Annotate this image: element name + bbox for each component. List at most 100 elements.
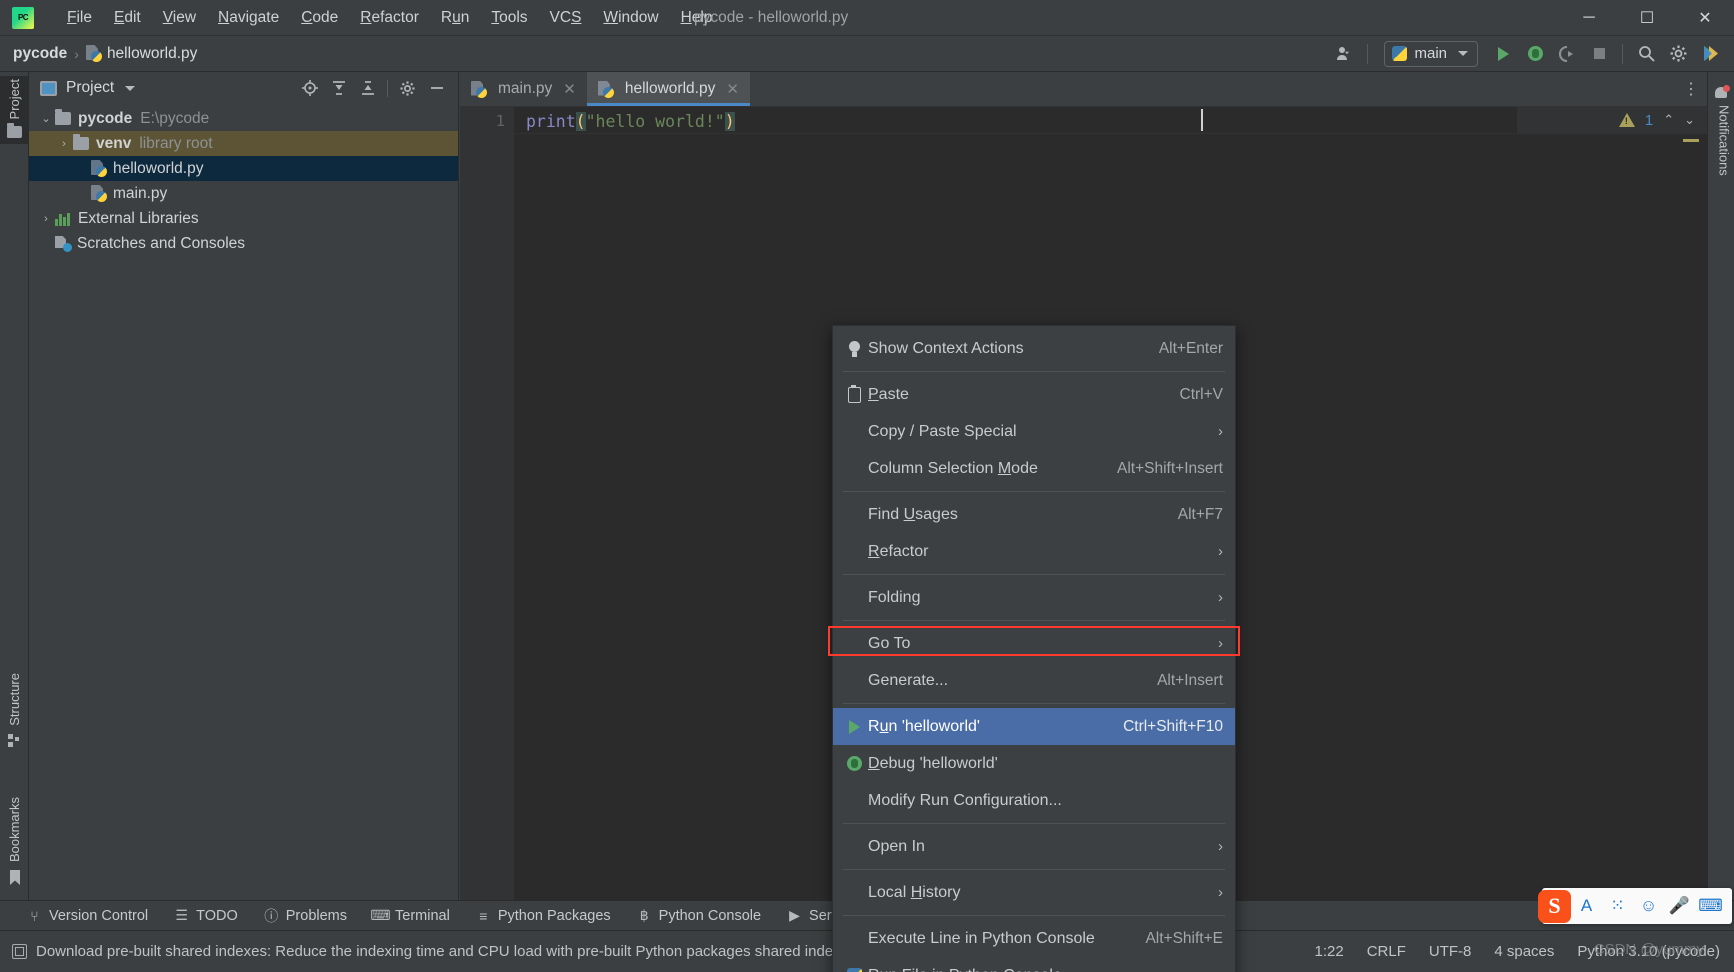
sidebar-item-notifications[interactable]: Notifications — [1708, 72, 1734, 176]
menu-item-find-usages[interactable]: Find Usages Alt+F7 — [833, 496, 1235, 533]
tree-node-scratches-and-consoles[interactable]: Scratches and Consoles — [29, 231, 458, 256]
sidebar-item-bookmarks[interactable]: Bookmarks — [0, 794, 29, 888]
menu-item-view[interactable]: View — [152, 5, 207, 31]
tool-window-problems[interactable]: ⓘ Problems — [251, 903, 360, 929]
title-bar: PC File Edit View Navigate Code Refactor Run To… — [0, 0, 1734, 36]
breadcrumb-separator: › — [74, 45, 79, 62]
editor-tab-helloworld-py[interactable]: helloworld.py ✕ — [586, 72, 750, 106]
ime-punctuation-icon[interactable]: ⁙ — [1602, 888, 1633, 924]
sogou-logo-icon[interactable]: S — [1538, 889, 1571, 923]
scrollbar-warning-marker — [1683, 139, 1699, 142]
gear-icon[interactable] — [1662, 39, 1694, 69]
editor-tab-main-py[interactable]: main.py ✕ — [460, 72, 587, 106]
tree-node-external-libraries[interactable]: › External Libraries — [29, 206, 458, 231]
menu-item-debug-helloworld[interactable]: Debug 'helloworld' — [833, 745, 1235, 782]
menu-item-code[interactable]: Code — [290, 5, 349, 31]
tree-node-helloworld-py[interactable]: helloworld.py — [29, 156, 458, 181]
run-configuration-selector[interactable]: main — [1384, 40, 1478, 67]
breadcrumb-project[interactable]: pycode — [13, 45, 67, 63]
tool-window-python-console[interactable]: ฿ Python Console — [624, 904, 774, 927]
stop-icon[interactable] — [1583, 39, 1615, 69]
menu-item-copy-paste-special[interactable]: Copy / Paste Special › — [833, 413, 1235, 450]
logo-text: PC — [17, 12, 29, 22]
previous-problem-icon[interactable]: ⌃ — [1663, 112, 1674, 128]
menu-item-navigate[interactable]: Navigate — [207, 5, 290, 31]
file-encoding[interactable]: UTF-8 — [1429, 943, 1472, 960]
maximize-button[interactable]: ☐ — [1618, 0, 1676, 36]
menu-item-tools[interactable]: Tools — [480, 5, 538, 31]
menu-item-refactor[interactable]: Refactor › — [833, 533, 1235, 570]
tree-node-venv[interactable]: › venv library root — [29, 131, 458, 156]
chevron-right-icon[interactable]: › — [37, 213, 55, 225]
ime-emoji-icon[interactable]: ☺ — [1633, 888, 1664, 924]
sidebar-item-structure[interactable]: Structure — [0, 670, 29, 750]
menu-item-edit[interactable]: Edit — [103, 5, 152, 31]
python-icon: ฿ — [639, 907, 649, 923]
next-problem-icon[interactable]: ⌄ — [1684, 112, 1695, 128]
line-number-gutter: 1 — [460, 106, 514, 900]
menu-item-modify-run-configuration[interactable]: Modify Run Configuration... — [833, 782, 1235, 819]
menu-item-go-to[interactable]: Go To › — [833, 625, 1235, 662]
ime-voice-icon[interactable]: 🎤 — [1664, 888, 1695, 924]
chevron-right-icon[interactable]: › — [55, 138, 73, 150]
line-separator[interactable]: CRLF — [1367, 943, 1406, 960]
menu-item-label: Run File in Python Console — [868, 967, 1223, 972]
collapse-all-icon[interactable] — [354, 75, 381, 101]
search-icon[interactable] — [1630, 39, 1662, 69]
menu-item-paste[interactable]: Paste Ctrl+V — [833, 376, 1235, 413]
watermark-text: CSDN @yummy — [1593, 941, 1704, 958]
menu-item-file[interactable]: File — [56, 5, 103, 31]
menu-item-open-in[interactable]: Open In › — [833, 828, 1235, 865]
hide-icon[interactable] — [423, 75, 450, 101]
event-log-icon[interactable] — [12, 944, 27, 959]
ime-keyboard-icon[interactable]: ⌨ — [1695, 888, 1726, 924]
tool-window-python-packages[interactable]: ≡ Python Packages — [463, 905, 624, 927]
menu-item-generate[interactable]: Generate... Alt+Insert — [833, 662, 1235, 699]
settings-icon[interactable] — [394, 75, 421, 101]
menu-item-column-selection-mode[interactable]: Column Selection Mode Alt+Shift+Insert — [833, 450, 1235, 487]
menu-item-folding[interactable]: Folding › — [833, 579, 1235, 616]
editor-options-icon[interactable]: ⋮ — [1675, 72, 1707, 106]
ime-letter-mode-icon[interactable]: A — [1571, 888, 1602, 924]
close-tab-icon[interactable]: ✕ — [726, 80, 739, 98]
expand-all-icon[interactable] — [325, 75, 352, 101]
python-file-icon — [86, 45, 102, 62]
tool-window-version-control[interactable]: ⑂ Version Control — [14, 905, 161, 927]
run-with-coverage-icon[interactable] — [1551, 39, 1583, 69]
tool-window-terminal[interactable]: ⌨ Terminal — [360, 904, 463, 927]
minimize-button[interactable]: ─ — [1560, 0, 1618, 36]
menu-item-window[interactable]: Window — [592, 5, 669, 31]
menu-item-run[interactable]: Run — [430, 5, 480, 31]
chevron-down-icon[interactable] — [125, 85, 136, 91]
menu-item-show-context-actions[interactable]: Show Context Actions Alt+Enter — [833, 330, 1235, 367]
tree-node-pycode[interactable]: ⌄ pycode E:\pycode — [29, 106, 458, 131]
debug-icon[interactable] — [1519, 39, 1551, 69]
menu-item-refactor[interactable]: Refactor — [349, 5, 430, 31]
run-icon[interactable] — [1487, 39, 1519, 69]
menu-item-run-file-in-python-console[interactable]: Run File in Python Console — [833, 957, 1235, 972]
close-tab-icon[interactable]: ✕ — [563, 80, 576, 98]
inspection-widget: 1 ⌃ ⌄ — [1517, 106, 1707, 134]
menu-item-local-history[interactable]: Local History › — [833, 874, 1235, 911]
menu-item-vcs[interactable]: VCS — [539, 5, 593, 31]
user-account-icon[interactable] — [1328, 39, 1360, 69]
menu-item-run-helloworld[interactable]: Run 'helloworld' Ctrl+Shift+F10 — [833, 708, 1235, 745]
sidebar-item-project[interactable]: Project — [0, 76, 29, 145]
indent-setting[interactable]: 4 spaces — [1494, 943, 1554, 960]
ai-assistant-icon[interactable] — [1694, 39, 1726, 69]
close-button[interactable]: ✕ — [1676, 0, 1734, 36]
code-line-1[interactable]: print("hello world!") — [526, 112, 735, 131]
tree-node-suffix: E:\pycode — [140, 109, 210, 127]
structure-tab-label: Structure — [7, 673, 22, 726]
tree-node-main-py[interactable]: main.py — [29, 181, 458, 206]
caret-position[interactable]: 1:22 — [1314, 943, 1343, 960]
pycharm-logo-icon: PC — [12, 6, 34, 29]
menu-item-execute-line-in-python-console[interactable]: Execute Line in Python Console Alt+Shift+… — [833, 920, 1235, 957]
tool-window-todo[interactable]: ☰ TODO — [161, 904, 251, 927]
tree-node-label: venv — [96, 134, 132, 152]
locate-icon[interactable] — [296, 75, 323, 101]
breadcrumb-file[interactable]: helloworld.py — [107, 45, 197, 63]
menu-item-label: Show Context Actions — [868, 339, 1024, 357]
chevron-down-icon[interactable]: ⌄ — [37, 112, 55, 125]
